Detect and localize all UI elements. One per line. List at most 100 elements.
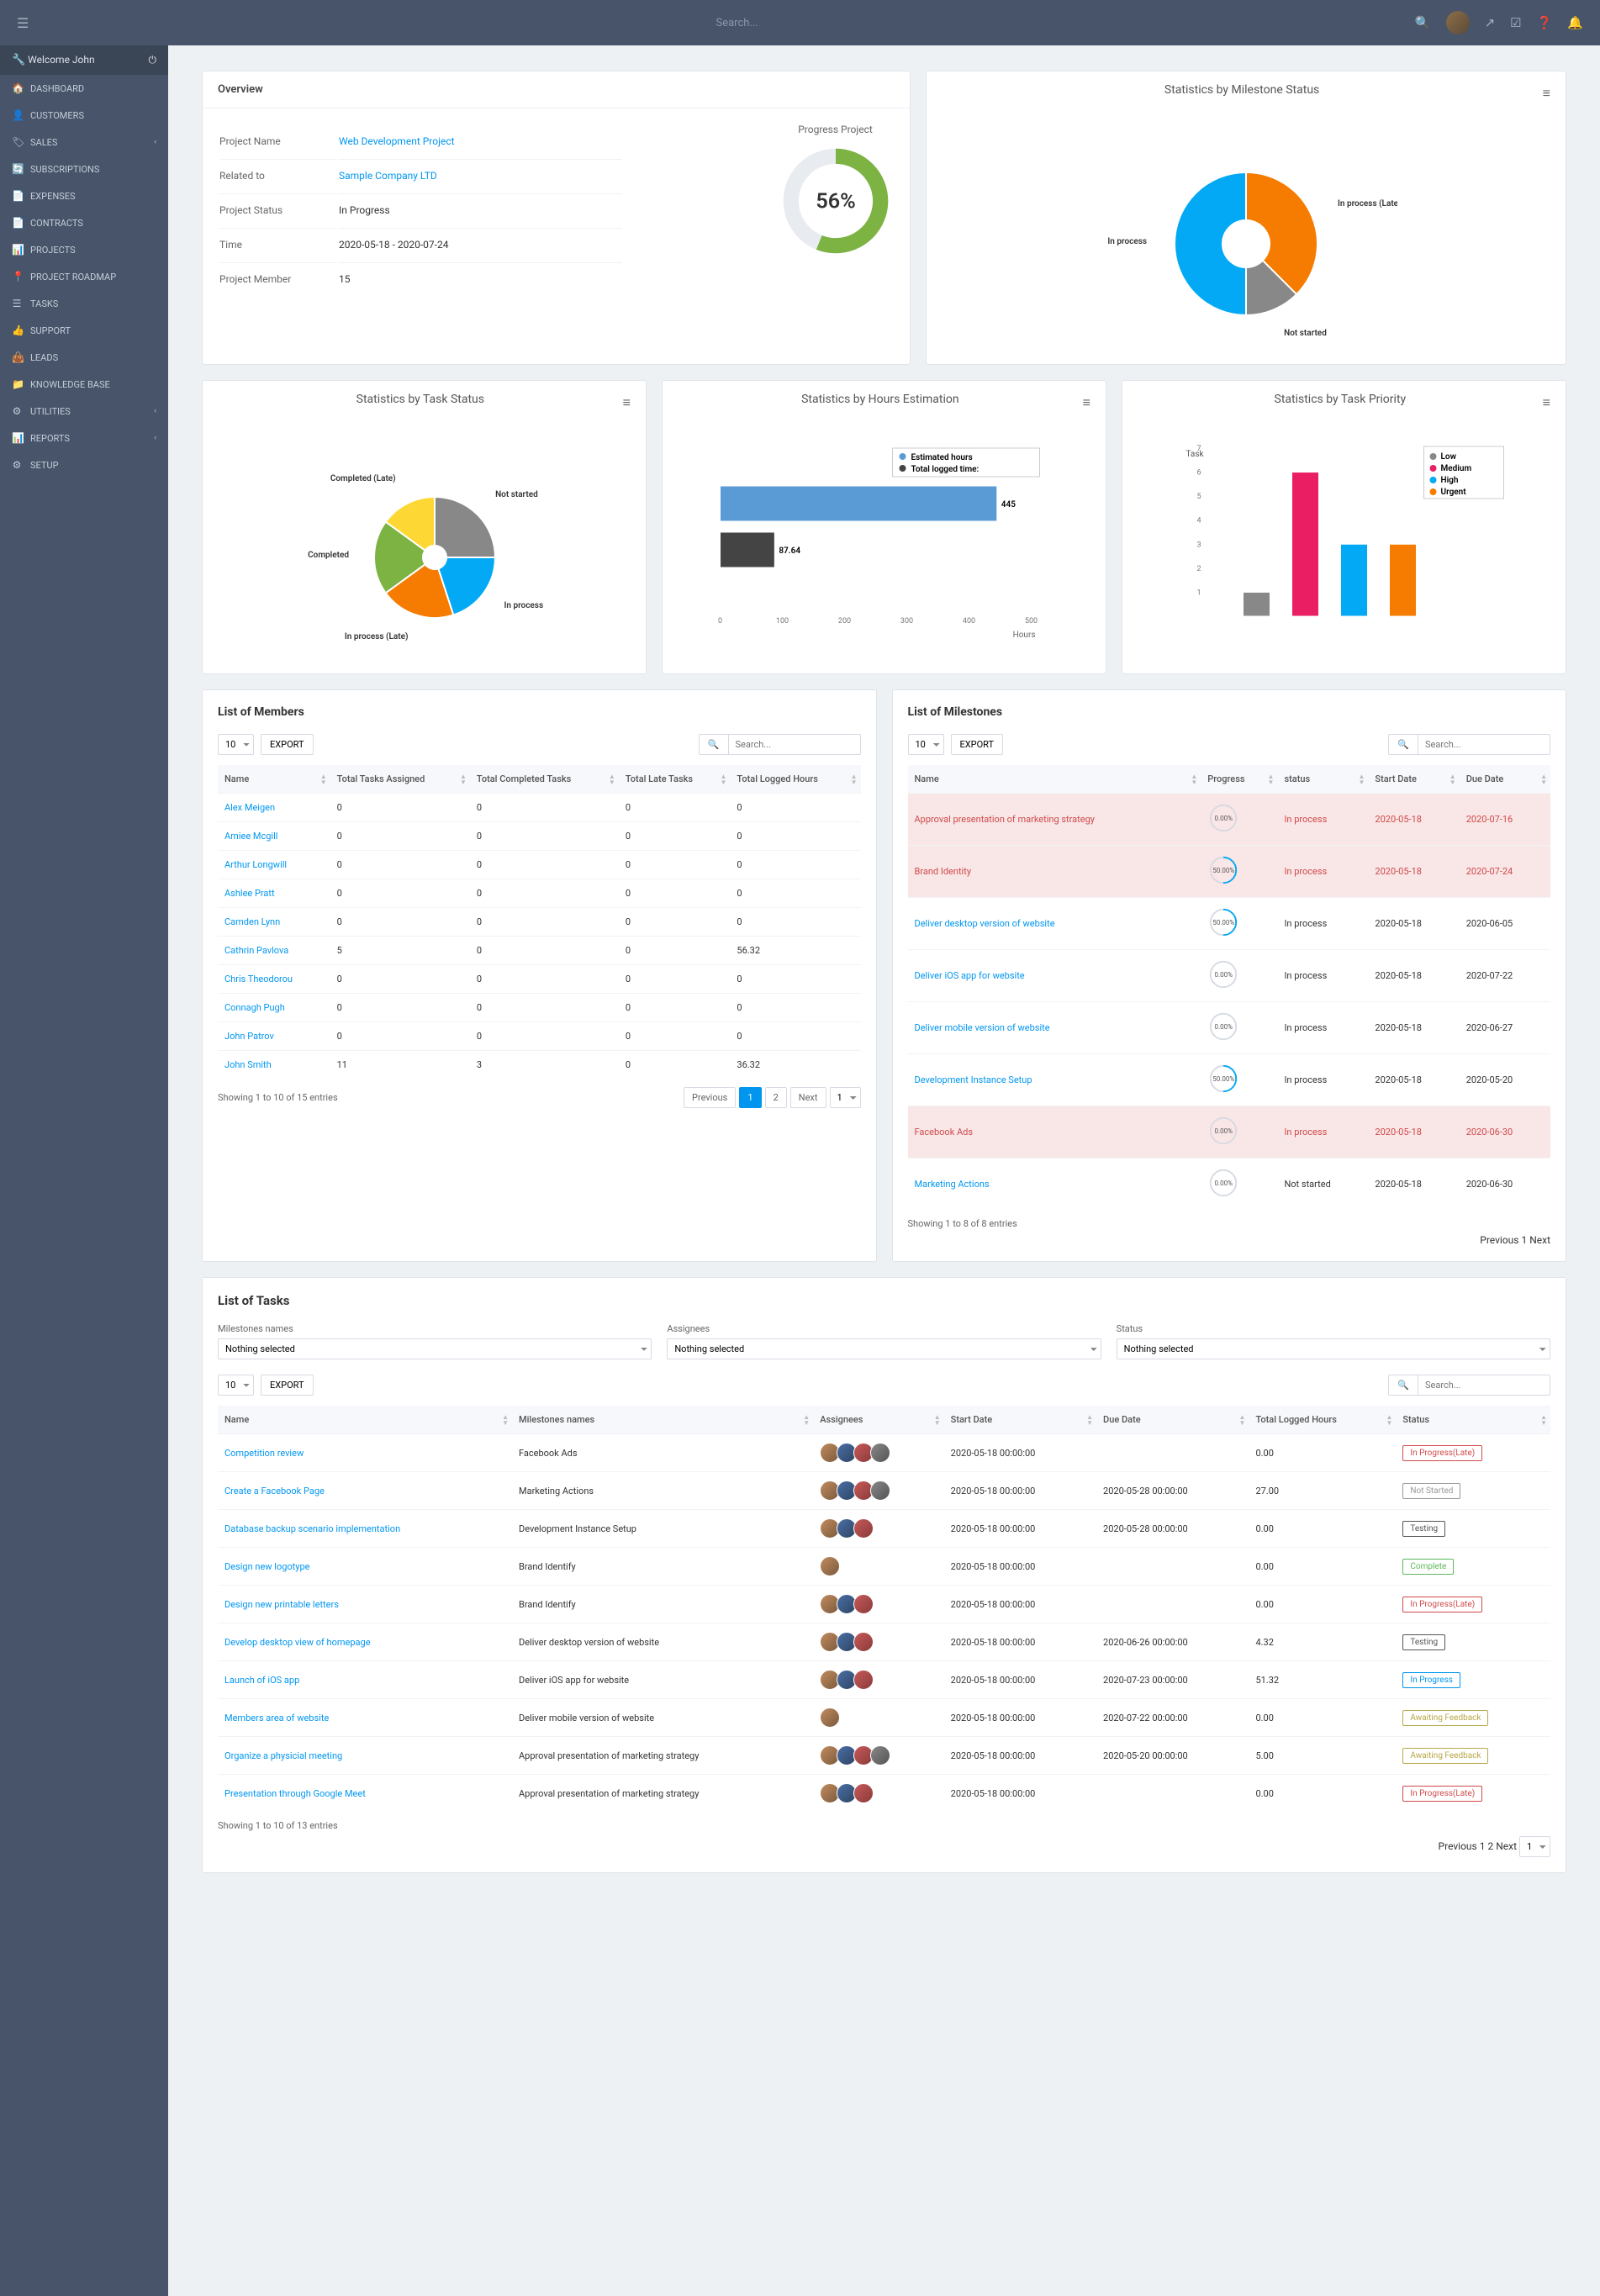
- cell[interactable]: Arthur Longwill: [218, 851, 330, 879]
- sidebar-item-subscriptions[interactable]: 🔄SUBSCRIPTIONS: [0, 156, 168, 182]
- col-header[interactable]: Milestones names▲▼: [512, 1406, 813, 1434]
- col-header[interactable]: Start Date▲▼: [1368, 765, 1459, 794]
- col-header[interactable]: Due Date▲▼: [1096, 1406, 1249, 1434]
- avatar[interactable]: [853, 1783, 874, 1803]
- sidebar-item-dashboard[interactable]: 🏠DASHBOARD: [0, 75, 168, 102]
- search-icon[interactable]: 🔍: [699, 734, 728, 755]
- member-search-input[interactable]: [728, 734, 861, 755]
- page-size-select[interactable]: 10: [908, 734, 944, 755]
- task-name[interactable]: Database backup scenario implementation: [218, 1510, 512, 1548]
- chart-menu-icon[interactable]: ≡: [623, 394, 631, 411]
- sidebar-item-project-roadmap[interactable]: 📍PROJECT ROADMAP: [0, 263, 168, 290]
- milestone-name[interactable]: Marketing Actions: [908, 1159, 1201, 1211]
- avatar[interactable]: [820, 1556, 840, 1576]
- col-header[interactable]: Progress▲▼: [1201, 765, 1277, 794]
- page-size-select[interactable]: 10: [218, 734, 254, 755]
- share-icon[interactable]: ↗: [1485, 15, 1496, 30]
- milestone-name[interactable]: Facebook Ads: [908, 1106, 1201, 1159]
- sidebar-item-sales[interactable]: 🏷SALES‹: [0, 129, 168, 156]
- field-value[interactable]: Sample Company LTD: [339, 159, 622, 192]
- col-header[interactable]: Name▲▼: [908, 765, 1201, 794]
- task-name[interactable]: Design new printable letters: [218, 1586, 512, 1623]
- task-name[interactable]: Members area of website: [218, 1699, 512, 1737]
- notifications-icon[interactable]: 🔔: [1567, 15, 1583, 30]
- export-button[interactable]: EXPORT: [261, 1375, 314, 1396]
- help-icon[interactable]: ❓: [1537, 15, 1553, 30]
- search-icon[interactable]: 🔍: [1415, 15, 1431, 30]
- cell[interactable]: Amiee Mcgill: [218, 822, 330, 851]
- cell[interactable]: Connagh Pugh: [218, 994, 330, 1022]
- search-icon[interactable]: 🔍: [1388, 1375, 1418, 1396]
- col-header[interactable]: Total Late Tasks▲▼: [619, 765, 731, 794]
- filter-select[interactable]: Nothing selected: [1117, 1338, 1550, 1359]
- avatar[interactable]: [870, 1443, 890, 1463]
- global-search-input[interactable]: [716, 17, 884, 29]
- sidebar-item-utilities[interactable]: ⚙UTILITIES‹: [0, 398, 168, 425]
- user-avatar[interactable]: [1446, 11, 1470, 34]
- col-header[interactable]: Start Date▲▼: [944, 1406, 1096, 1434]
- chart-menu-icon[interactable]: ≡: [1543, 85, 1550, 102]
- next-page-button[interactable]: Next: [790, 1087, 826, 1108]
- task-name[interactable]: Competition review: [218, 1434, 512, 1472]
- cell[interactable]: Chris Theodorou: [218, 965, 330, 994]
- cell[interactable]: Ashlee Pratt: [218, 879, 330, 908]
- task-search-input[interactable]: [1418, 1375, 1550, 1396]
- page-jump-select[interactable]: 1: [1519, 1836, 1550, 1857]
- col-header[interactable]: Name▲▼: [218, 765, 330, 794]
- cell[interactable]: John Smith: [218, 1051, 330, 1079]
- avatar[interactable]: [870, 1745, 890, 1766]
- prev-page-button[interactable]: Previous: [684, 1087, 736, 1108]
- logo-icon[interactable]: ☰: [17, 15, 29, 31]
- next-page-button[interactable]: Next: [1496, 1840, 1517, 1852]
- col-header[interactable]: Total Tasks Assigned▲▼: [330, 765, 470, 794]
- sidebar-item-tasks[interactable]: ☰TASKS: [0, 290, 168, 317]
- sidebar-item-support[interactable]: 👍SUPPORT: [0, 317, 168, 344]
- avatar[interactable]: [853, 1670, 874, 1690]
- chart-menu-icon[interactable]: ≡: [1083, 394, 1090, 411]
- avatar[interactable]: [853, 1632, 874, 1652]
- col-header[interactable]: Status▲▼: [1396, 1406, 1550, 1434]
- sidebar-item-expenses[interactable]: 📄EXPENSES: [0, 182, 168, 209]
- page-size-select[interactable]: 10: [218, 1375, 254, 1396]
- page-1-button[interactable]: 1: [739, 1087, 761, 1108]
- task-name[interactable]: Create a Facebook Page: [218, 1472, 512, 1510]
- cell[interactable]: Camden Lynn: [218, 908, 330, 937]
- cell[interactable]: Alex Meigen: [218, 794, 330, 822]
- sidebar-item-setup[interactable]: ⚙SETUP: [0, 451, 168, 478]
- milestone-name[interactable]: Deliver iOS app for website: [908, 950, 1201, 1002]
- task-name[interactable]: Launch of iOS app: [218, 1661, 512, 1699]
- col-header[interactable]: Name▲▼: [218, 1406, 512, 1434]
- export-button[interactable]: EXPORT: [951, 734, 1004, 755]
- task-name[interactable]: Presentation through Google Meet: [218, 1775, 512, 1813]
- prev-page-button[interactable]: Previous: [1439, 1840, 1477, 1852]
- sidebar-item-customers[interactable]: 👤CUSTOMERS: [0, 102, 168, 129]
- field-value[interactable]: Web Development Project: [339, 125, 622, 157]
- prev-page-button[interactable]: Previous: [1480, 1234, 1518, 1246]
- sidebar-item-projects[interactable]: 📊PROJECTS: [0, 236, 168, 263]
- col-header[interactable]: Due Date▲▼: [1460, 765, 1550, 794]
- cell[interactable]: Cathrin Pavlova: [218, 937, 330, 965]
- page-1-button[interactable]: 1: [1480, 1840, 1486, 1852]
- avatar[interactable]: [853, 1594, 874, 1614]
- page-jump-select[interactable]: 1: [830, 1087, 861, 1108]
- task-name[interactable]: Develop desktop view of homepage: [218, 1623, 512, 1661]
- milestone-search-input[interactable]: [1418, 734, 1550, 755]
- sidebar-item-leads[interactable]: 👜LEADS: [0, 344, 168, 371]
- next-page-button[interactable]: Next: [1529, 1234, 1550, 1246]
- avatar[interactable]: [853, 1518, 874, 1539]
- page-2-button[interactable]: 2: [1487, 1840, 1493, 1852]
- task-name[interactable]: Organize a physicial meeting: [218, 1737, 512, 1775]
- milestone-name[interactable]: Brand Identity: [908, 846, 1201, 898]
- milestone-name[interactable]: Deliver mobile version of website: [908, 1002, 1201, 1054]
- avatar[interactable]: [870, 1481, 890, 1501]
- export-button[interactable]: EXPORT: [261, 734, 314, 755]
- cell[interactable]: John Patrov: [218, 1022, 330, 1051]
- col-header[interactable]: status▲▼: [1277, 765, 1368, 794]
- sidebar-item-knowledge-base[interactable]: 📁KNOWLEDGE BASE: [0, 371, 168, 398]
- avatar[interactable]: [820, 1707, 840, 1728]
- filter-select[interactable]: Nothing selected: [667, 1338, 1101, 1359]
- filter-select[interactable]: Nothing selected: [218, 1338, 652, 1359]
- chart-menu-icon[interactable]: ≡: [1543, 394, 1550, 411]
- milestone-name[interactable]: Approval presentation of marketing strat…: [908, 794, 1201, 846]
- page-1-button[interactable]: 1: [1521, 1234, 1527, 1246]
